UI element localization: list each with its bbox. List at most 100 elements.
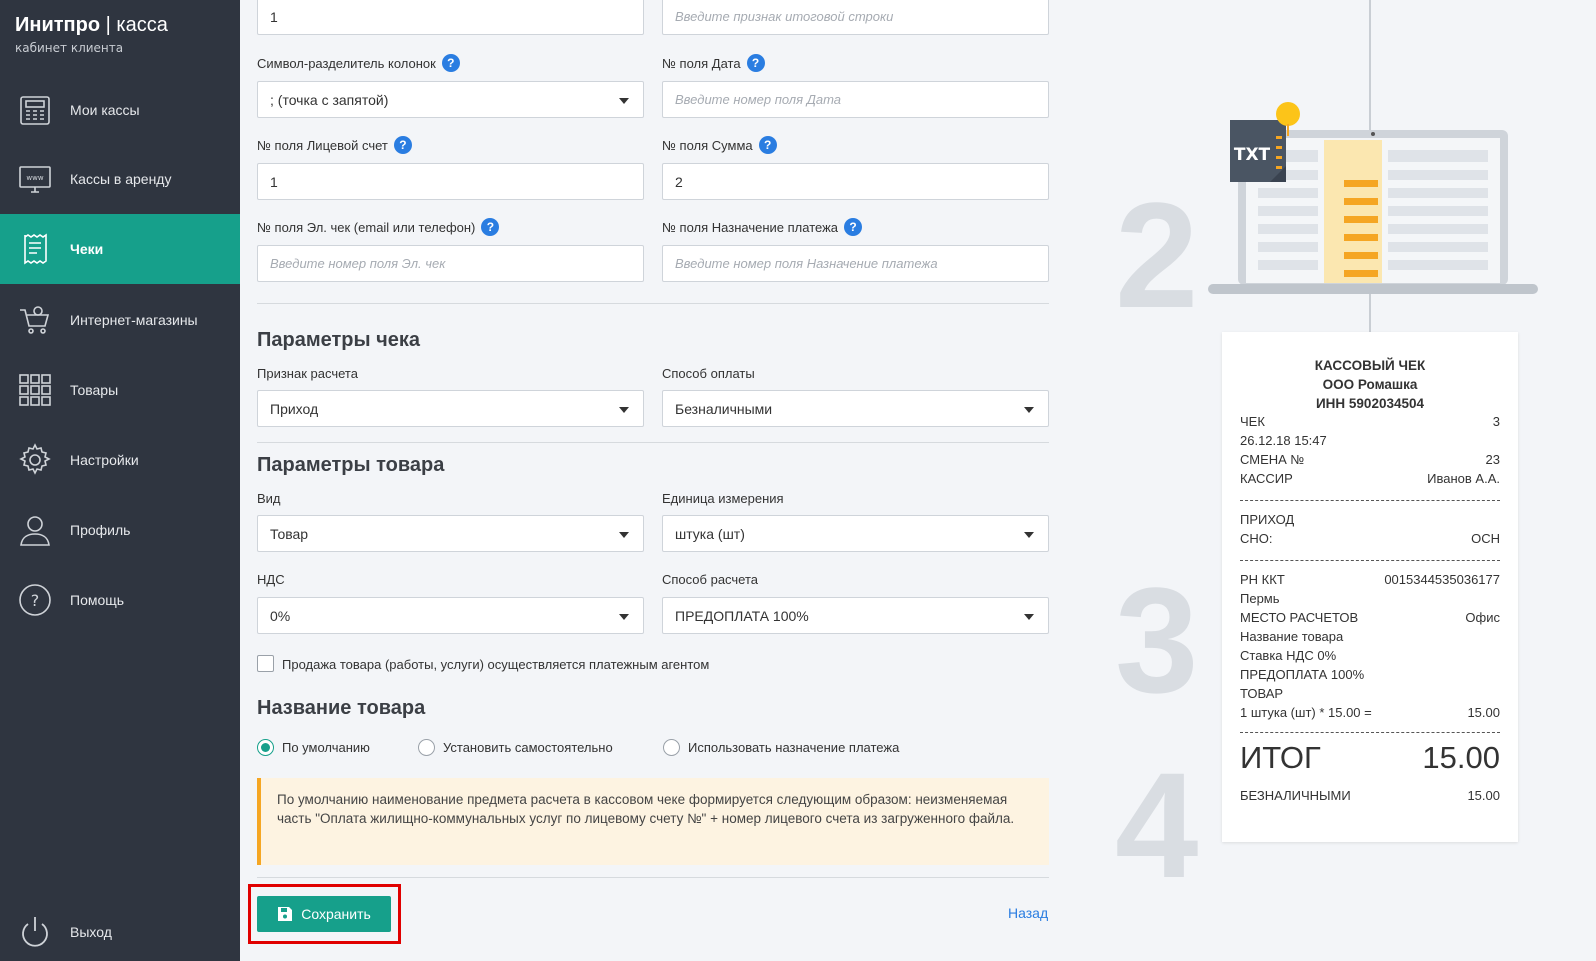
chevron-down-icon bbox=[619, 532, 629, 538]
receipt-label: 1 штука (шт) * 15.00 = bbox=[1240, 705, 1372, 720]
account-field-label: № поля Лицевой счет? bbox=[257, 136, 412, 154]
calc-sign-select[interactable]: Приход bbox=[257, 390, 644, 427]
receipt-label: СМЕНА № bbox=[1240, 452, 1305, 467]
receipt-value: 23 bbox=[1485, 452, 1500, 467]
purpose-field-label-text: № поля Назначение платежа bbox=[662, 219, 839, 235]
pay-method-label: Способ оплаты bbox=[662, 366, 755, 381]
receipt-row: 26.12.18 15:47 bbox=[1240, 433, 1500, 448]
receipt-label: ПРЕДОПЛАТА 100% bbox=[1240, 667, 1365, 682]
radio-default-label: По умолчанию bbox=[282, 740, 370, 755]
receipt-value: 3 bbox=[1492, 414, 1500, 429]
calc-method-label: Способ расчета bbox=[662, 572, 759, 587]
receipt-title: КАССОВЫЙ ЧЕК bbox=[1314, 358, 1426, 373]
receipt-label: КАССИР bbox=[1240, 471, 1293, 486]
receipt-total-value: 15.00 bbox=[1422, 740, 1500, 775]
sum-field-label-text: № поля Сумма bbox=[662, 137, 753, 153]
radio-payment-purpose[interactable] bbox=[663, 739, 680, 756]
receipt-label: СНО: bbox=[1240, 531, 1273, 546]
help-icon[interactable]: ? bbox=[844, 218, 863, 236]
illustration: 2 3 4 TXT КАССОВЫЙ ЧЕК ООО Ромашка ИНН 5… bbox=[1060, 0, 1596, 961]
save-button-label: Сохранить bbox=[301, 906, 371, 922]
receipt-value: ОСН bbox=[1471, 531, 1500, 546]
sidebar-item-label: Интернет-магазины bbox=[70, 312, 198, 328]
sidebar-item-products[interactable]: Товары bbox=[0, 355, 240, 425]
receipt-row: ЧЕК 3 bbox=[1240, 414, 1500, 429]
purpose-field-label: № поля Назначение платежа? bbox=[662, 218, 863, 236]
chevron-down-icon bbox=[619, 407, 629, 413]
sidebar-item-rent-registers[interactable]: www Кассы в аренду bbox=[0, 144, 240, 214]
total-row-sign-input[interactable]: Введите признак итоговой строки bbox=[662, 0, 1049, 35]
divider bbox=[257, 877, 1049, 878]
unit-select[interactable]: штука (шт) bbox=[662, 515, 1049, 552]
save-button[interactable]: Сохранить bbox=[257, 896, 391, 932]
step-number-4: 4 bbox=[1115, 741, 1199, 909]
sum-field-label: № поля Сумма? bbox=[662, 136, 777, 154]
receipt-total-label: ИТОГ bbox=[1240, 740, 1321, 775]
gear-icon bbox=[19, 443, 51, 475]
receipt-row: СНО: ОСН bbox=[1240, 531, 1500, 546]
echeck-field-input[interactable]: Введите номер поля Эл. чек bbox=[257, 245, 644, 282]
sidebar-item-label: Чеки bbox=[70, 241, 104, 257]
receipt-divider bbox=[1240, 500, 1500, 501]
help-icon[interactable]: ? bbox=[393, 136, 412, 154]
calc-method-select[interactable]: ПРЕДОПЛАТА 100% bbox=[662, 597, 1049, 634]
help-icon[interactable]: ? bbox=[481, 218, 500, 236]
radio-custom[interactable] bbox=[418, 739, 435, 756]
receipt-icon bbox=[24, 233, 47, 265]
laptop-spreadsheet-icon: TXT bbox=[1208, 102, 1538, 294]
back-link[interactable]: Назад bbox=[1008, 905, 1048, 921]
chevron-down-icon bbox=[619, 98, 629, 104]
col-sep-value: ; (точка с запятой) bbox=[270, 91, 389, 108]
sidebar-item-label: Выход bbox=[70, 924, 112, 940]
help-icon[interactable]: ? bbox=[746, 54, 765, 72]
echeck-field-label-text: № поля Эл. чек (email или телефон) bbox=[257, 219, 476, 235]
floppy-disk-icon bbox=[278, 907, 293, 921]
sidebar-item-checks[interactable]: Чеки bbox=[0, 214, 240, 284]
receipt-label: ПРИХОД bbox=[1240, 512, 1295, 527]
receipt-row: КАССИР Иванов А.А. bbox=[1240, 471, 1500, 486]
sidebar-item-my-registers[interactable]: Мои кассы bbox=[0, 75, 240, 145]
agent-checkbox[interactable] bbox=[257, 655, 274, 672]
account-field-label-text: № поля Лицевой счет bbox=[257, 137, 388, 153]
sidebar-item-help[interactable]: ? Помощь bbox=[0, 565, 240, 635]
sidebar-item-settings[interactable]: Настройки bbox=[0, 425, 240, 495]
calc-method-value: ПРЕДОПЛАТА 100% bbox=[675, 607, 809, 624]
sum-field-input[interactable]: 2 bbox=[662, 163, 1049, 200]
sidebar-item-profile[interactable]: Профиль bbox=[0, 495, 240, 565]
kind-select[interactable]: Товар bbox=[257, 515, 644, 552]
radio-default[interactable] bbox=[257, 739, 274, 756]
receipt-label: ТОВАР bbox=[1240, 686, 1284, 701]
receipt-label: 26.12.18 15:47 bbox=[1240, 433, 1327, 448]
account-field-input[interactable]: 1 bbox=[257, 163, 644, 200]
kind-value: Товар bbox=[270, 525, 309, 542]
calc-sign-label: Признак расчета bbox=[257, 366, 358, 381]
sidebar-item-logout[interactable]: Выход bbox=[0, 897, 240, 961]
radio-payment-purpose-label: Использовать назначение платежа bbox=[688, 740, 900, 755]
step-number-2: 2 bbox=[1115, 171, 1199, 339]
receipt-label: Название товара bbox=[1240, 629, 1344, 644]
receipt-row: МЕСТО РАСЧЕТОВ Офис bbox=[1240, 610, 1500, 625]
sidebar-item-label: Настройки bbox=[70, 452, 139, 468]
vat-select[interactable]: 0% bbox=[257, 597, 644, 634]
pay-method-select[interactable]: Безналичными bbox=[662, 390, 1049, 427]
brand-name: Инитпро bbox=[15, 14, 101, 36]
receipt-row: 1 штука (шт) * 15.00 = 15.00 bbox=[1240, 705, 1500, 720]
sidebar-item-online-stores[interactable]: Интернет-магазины bbox=[0, 285, 240, 355]
col-sep-select[interactable]: ; (точка с запятой) bbox=[257, 81, 644, 118]
sidebar: Инитпро | касса кабинет клиента Мои касс… bbox=[0, 0, 240, 961]
help-icon[interactable]: ? bbox=[441, 54, 460, 72]
receipt-inn: ИНН 5902034504 bbox=[1315, 396, 1425, 411]
date-field-input[interactable]: Введите номер поля Дата bbox=[662, 81, 1049, 118]
check-params-title: Параметры чека bbox=[257, 329, 421, 351]
vat-label: НДС bbox=[257, 572, 285, 587]
receipt-row: Ставка НДС 0% bbox=[1240, 648, 1500, 663]
top-left-input[interactable]: 1 bbox=[257, 0, 644, 35]
power-icon bbox=[22, 917, 48, 947]
receipt-label: МЕСТО РАСЧЕТОВ bbox=[1240, 610, 1359, 625]
purpose-field-input[interactable]: Введите номер поля Назначение платежа bbox=[662, 245, 1049, 282]
brand-logo[interactable]: Инитпро | касса кабинет клиента bbox=[15, 14, 168, 55]
help-icon[interactable]: ? bbox=[758, 136, 777, 154]
product-params-title: Параметры товара bbox=[257, 454, 445, 476]
calc-sign-value: Приход bbox=[270, 400, 319, 417]
svg-text:?: ? bbox=[31, 591, 40, 610]
